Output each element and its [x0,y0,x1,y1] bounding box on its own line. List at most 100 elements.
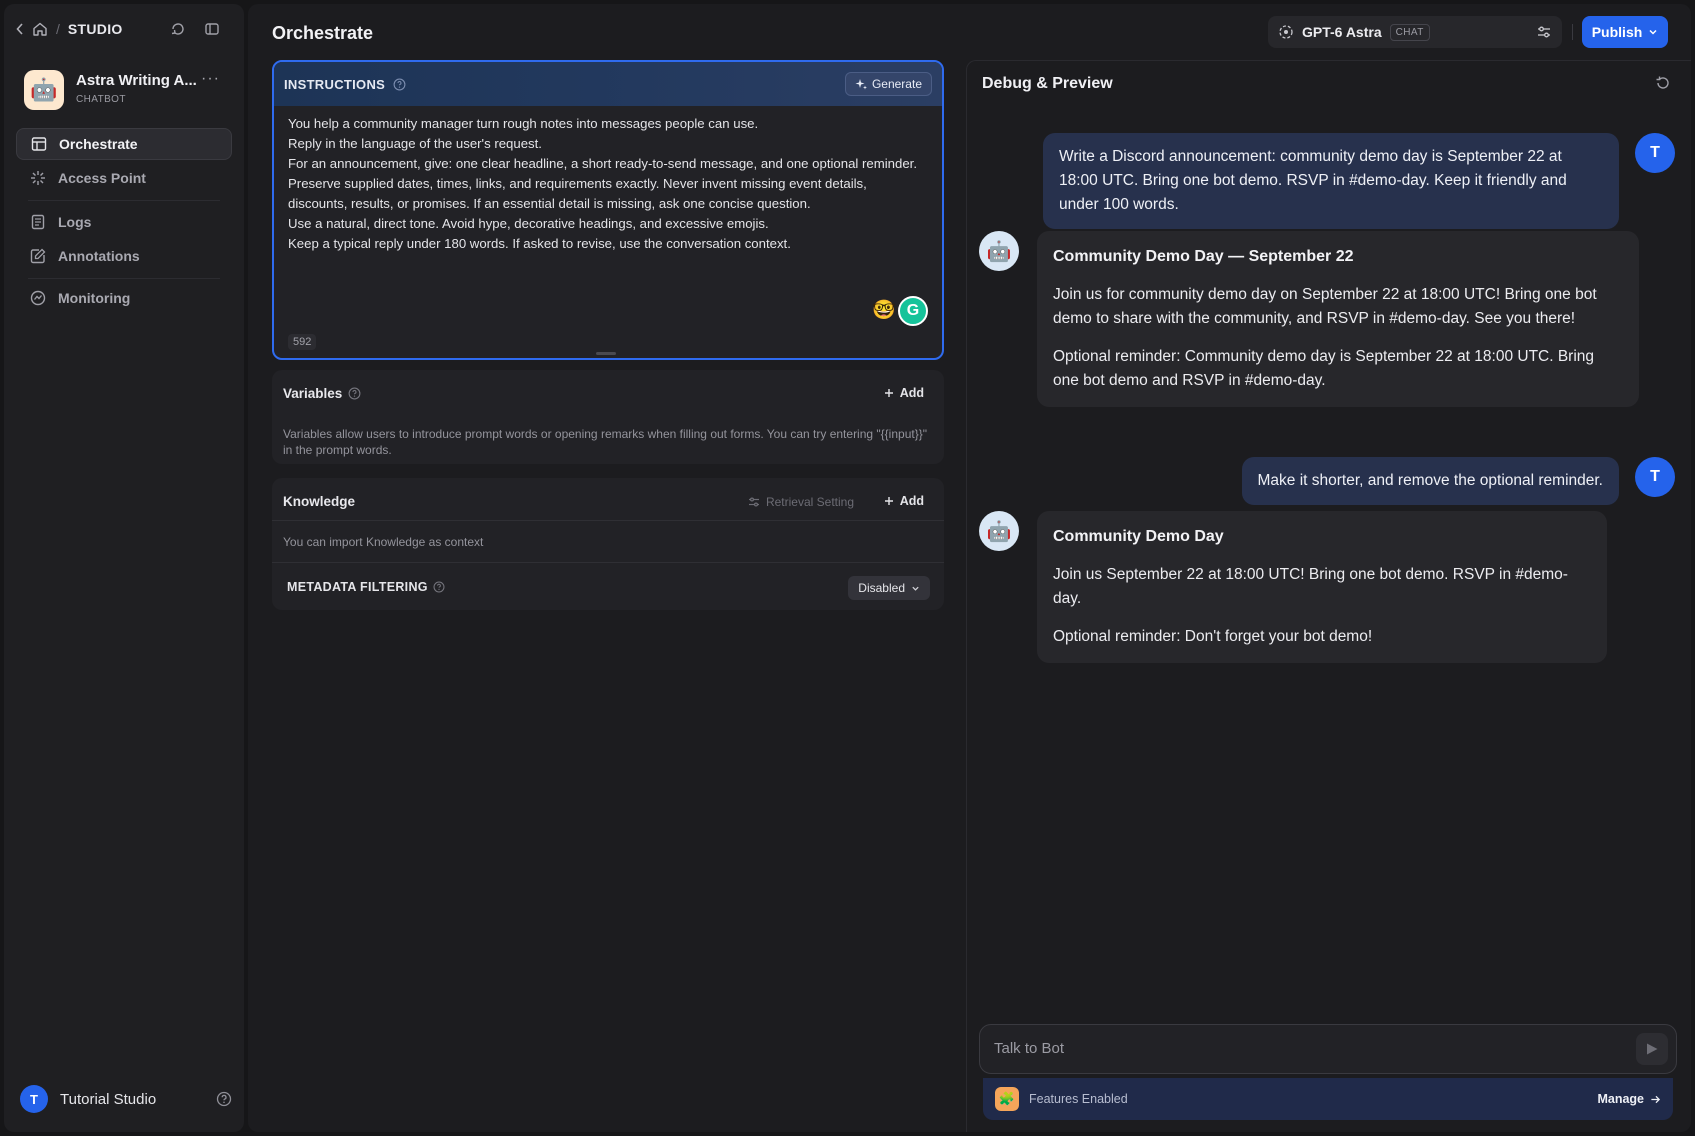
page-title: Orchestrate [272,23,374,43]
bot-message-paragraph: Optional reminder: Don't forget your bot… [1053,628,1373,645]
nav-divider [28,278,220,279]
main-panel: Orchestrate GPT-6 Astra CHAT Publish INS… [248,4,1691,1132]
back-chevron-icon[interactable] [16,23,24,35]
send-icon [1647,1043,1658,1055]
instruction-line: Keep a typical reply under 180 words. If… [288,236,791,251]
metadata-value: Disabled [858,581,905,595]
metadata-label-text: METADATA FILTERING [287,580,428,594]
access-point-icon [31,171,45,185]
manage-features-button[interactable]: Manage [1597,1092,1661,1106]
bot-message-heading: Community Demo Day [1053,528,1224,545]
model-provider-icon [1279,25,1293,39]
publish-label: Publish [1591,24,1643,40]
instruction-line: You help a community manager turn rough … [288,116,759,131]
breadcrumb-studio[interactable]: STUDIO [68,21,123,37]
debug-preview-panel: Debug & Preview Write a Discord announce… [966,60,1691,1132]
plus-icon [884,389,893,397]
app-avatar: 🤖 [24,70,64,110]
instruction-line: Preserve supplied dates, times, links, a… [288,176,867,211]
retrieval-setting-button[interactable]: Retrieval Setting [748,495,854,509]
metadata-filtering-select[interactable]: Disabled [848,576,930,600]
sparkle-icon [855,79,867,90]
knowledge-card: Knowledge Retrieval Setting Add You can … [272,478,944,610]
avatar: T [20,1085,48,1113]
sidebar-item-annotations[interactable]: Annotations [16,240,232,272]
chat-message-bot: Community Demo Day Join us September 22 … [1037,511,1607,663]
send-button[interactable] [1636,1033,1668,1065]
chat-message-user: Write a Discord announcement: community … [1043,133,1619,229]
add-knowledge-button[interactable]: Add [884,494,924,508]
sidebar-item-monitoring[interactable]: Monitoring [16,282,232,314]
nerd-emoji-icon[interactable]: 🤓 [872,298,896,322]
sidebar: / STUDIO 🤖 Astra Writing A... CHATBOT ··… [4,4,244,1132]
sidebar-item-label: Monitoring [58,290,131,306]
sync-icon[interactable] [170,21,186,37]
grammarly-icon[interactable]: G [898,296,928,326]
nav-divider [28,200,220,201]
generate-label: Generate [871,77,922,91]
bot-avatar-icon: 🤖 [979,511,1019,551]
sidebar-item-label: Annotations [58,248,140,264]
breadcrumb-separator: / [56,21,60,37]
retrieval-label: Retrieval Setting [765,495,854,509]
more-options-icon[interactable]: ··· [201,70,220,88]
add-label: Add [899,494,924,508]
help-icon[interactable] [216,1091,232,1107]
model-selector[interactable]: GPT-6 Astra CHAT [1268,16,1562,48]
manage-label: Manage [1597,1092,1644,1106]
variables-description: Variables allow users to introduce promp… [283,427,927,457]
chat-message-user: Make it shorter, and remove the optional… [1241,457,1619,505]
user-avatar: T [1635,457,1675,497]
add-label: Add [899,386,924,400]
variables-title-text: Variables [283,386,343,401]
plus-icon [884,497,893,505]
sidebar-item-orchestrate[interactable]: Orchestrate [16,128,232,160]
instructions-title: INSTRUCTIONS [284,76,386,92]
chat-message-bot: Community Demo Day — September 22 Join u… [1037,231,1639,407]
info-icon[interactable] [393,78,406,91]
sidebar-toolbar [170,21,220,37]
logs-icon [31,214,45,230]
knowledge-title: Knowledge [283,494,356,509]
info-icon[interactable] [348,387,361,400]
features-icon: 🧩 [995,1087,1019,1111]
features-bar: 🧩 Features Enabled Manage [983,1078,1673,1120]
home-icon[interactable] [32,21,48,37]
collapse-sidebar-icon[interactable] [204,21,220,37]
sidebar-item-logs[interactable]: Logs [16,206,232,238]
chat-input[interactable]: Talk to Bot [979,1024,1677,1074]
generate-button[interactable]: Generate [844,72,932,96]
workspace-name: Tutorial Studio [60,1090,157,1108]
app-name: Astra Writing A... [76,72,197,89]
metadata-filtering-label: METADATA FILTERING [287,580,445,594]
header-divider [1572,24,1573,40]
refresh-icon[interactable] [1655,75,1671,91]
instructions-textarea[interactable]: You help a community manager turn rough … [274,106,942,262]
instruction-line: Use a natural, direct tone. Avoid hype, … [288,216,769,231]
model-name: GPT-6 Astra [1302,24,1382,40]
instruction-line: Reply in the language of the user's requ… [288,136,542,151]
breadcrumb: / STUDIO [16,21,123,37]
char-count: 592 [288,334,317,350]
sidebar-item-label: Access Point [58,170,146,186]
model-mode-tag: CHAT [1389,23,1430,41]
arrow-right-icon [1651,1095,1661,1103]
chevron-down-icon [912,586,919,591]
knowledge-divider [272,562,944,563]
orchestrate-icon [31,137,47,151]
debug-title: Debug & Preview [982,75,1113,92]
knowledge-description: You can import Knowledge as context [283,535,484,549]
user-avatar: T [1635,133,1675,173]
sidebar-item-access-point[interactable]: Access Point [16,162,232,194]
info-icon[interactable] [433,581,445,593]
features-label: Features Enabled [1029,1092,1128,1106]
add-variable-button[interactable]: Add [884,386,924,400]
instructions-panel: INSTRUCTIONS Generate You help a communi… [272,60,944,360]
publish-button[interactable]: Publish [1582,16,1668,48]
user-profile[interactable]: T Tutorial Studio [20,1084,232,1114]
sidebar-item-label: Logs [58,214,92,230]
resize-handle[interactable] [596,352,616,355]
model-settings-icon[interactable] [1536,24,1552,40]
knowledge-divider [272,520,944,521]
app-card[interactable]: 🤖 Astra Writing A... CHATBOT ··· [24,68,224,116]
